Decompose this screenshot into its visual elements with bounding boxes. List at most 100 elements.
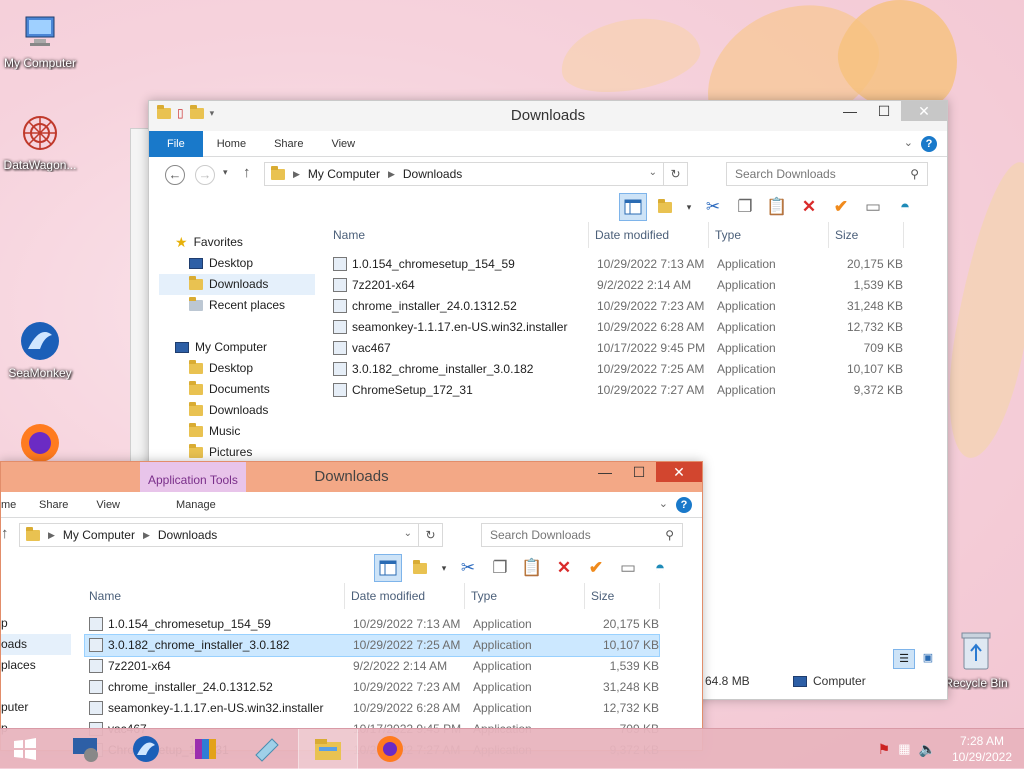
column-header-date[interactable]: Date modified [345, 583, 465, 609]
nav-favorites[interactable]: ★ Favorites [159, 232, 315, 253]
title-bar[interactable]: ▯ ▾ Downloads — ☐ ✕ [149, 101, 947, 131]
nav-computer-documents[interactable]: Documents [159, 379, 315, 400]
nav-item-partial[interactable]: places [1, 655, 71, 676]
column-header-date[interactable]: Date modified [589, 222, 709, 248]
desktop-icon-datawagon[interactable]: DataWagon... [0, 110, 82, 172]
nav-item-partial[interactable] [1, 676, 71, 697]
breadcrumb-downloads[interactable]: Downloads [158, 528, 217, 542]
clock[interactable]: 7:28 AM 10/29/2022 [940, 733, 1024, 765]
nav-favorites-recent[interactable]: Recent places [159, 295, 315, 316]
address-bar[interactable]: ▶ My Computer ▶ Downloads ⌄ ↻ [19, 523, 443, 547]
nav-favorites-desktop[interactable]: Desktop [159, 253, 315, 274]
taskbar-notepad[interactable] [236, 729, 296, 769]
paste-icon[interactable]: 📋 [763, 193, 791, 221]
delete-icon[interactable]: ✕ [795, 193, 823, 221]
network-icon[interactable]: ▦ [898, 741, 910, 757]
chevron-down-icon[interactable]: ▾ [683, 193, 695, 221]
file-row[interactable]: 7z2201-x64 9/2/2022 2:14 AM Application 1,5… [85, 656, 659, 677]
column-header-size[interactable]: Size [829, 222, 904, 248]
breadcrumb-downloads[interactable]: Downloads [403, 167, 462, 181]
tab-view[interactable]: View [317, 131, 369, 157]
desktop-icon-seamonkey[interactable]: SeaMonkey [0, 318, 82, 380]
preview-pane-button[interactable] [374, 554, 402, 582]
preview-pane-button[interactable] [619, 193, 647, 221]
file-row[interactable]: ChromeSetup_172_31 10/29/2022 7:27 AM Appl… [329, 380, 903, 401]
up-button[interactable]: ↑ [1, 525, 9, 542]
refresh-button[interactable]: ↻ [418, 524, 442, 546]
close-button[interactable]: ✕ [656, 462, 702, 482]
tab-home[interactable]: Home [203, 131, 260, 157]
rename-icon[interactable]: ▭ [859, 193, 887, 221]
file-row[interactable]: chrome_installer_24.0.1312.52 10/29/2022 … [85, 677, 659, 698]
refresh-button[interactable]: ↻ [663, 163, 687, 185]
chevron-down-icon[interactable]: ▾ [438, 554, 450, 582]
close-button[interactable]: ✕ [901, 101, 947, 121]
column-header-size[interactable]: Size [585, 583, 660, 609]
file-row[interactable]: vac467 10/17/2022 9:45 PM Application 709 K… [329, 338, 903, 359]
expand-ribbon-icon[interactable]: ⌄ [659, 497, 668, 510]
file-row[interactable]: chrome_installer_24.0.1312.52 10/29/2022 … [329, 296, 903, 317]
taskbar-firefox[interactable] [360, 729, 420, 769]
nav-item-partial[interactable]: oads [1, 634, 71, 655]
start-button[interactable] [0, 729, 50, 769]
details-view-button[interactable]: ☰ [893, 649, 915, 669]
minimize-button[interactable]: — [833, 101, 867, 121]
properties-button[interactable] [651, 193, 679, 221]
shell-icon[interactable]: ◓ [891, 193, 919, 221]
nav-item-partial[interactable]: puter [1, 697, 71, 718]
file-row[interactable]: 7z2201-x64 9/2/2022 2:14 AM Application 1,5… [329, 275, 903, 296]
file-row[interactable]: 1.0.154_chromesetup_154_59 10/29/2022 7:1… [85, 614, 659, 635]
cut-icon[interactable]: ✂ [454, 554, 482, 582]
nav-computer-downloads[interactable]: Downloads [159, 400, 315, 421]
volume-icon[interactable]: 🔈 [919, 741, 936, 758]
address-bar[interactable]: ▶ My Computer ▶ Downloads ⌄ ↻ [264, 162, 688, 186]
up-button[interactable]: ↑ [243, 164, 251, 181]
tab-share[interactable]: Share [29, 492, 82, 518]
tab-file[interactable]: File [149, 130, 203, 157]
column-header-name[interactable]: Name [327, 222, 589, 248]
nav-computer-desktop[interactable]: Desktop [159, 358, 315, 379]
search-input[interactable]: Search Downloads ⚲ [481, 523, 683, 547]
tab-share[interactable]: Share [260, 131, 317, 157]
delete-icon[interactable]: ✕ [550, 554, 578, 582]
taskbar-seamonkey[interactable] [116, 729, 176, 769]
nav-computer-music[interactable]: Music [159, 421, 315, 442]
maximize-button[interactable]: ☐ [622, 462, 656, 482]
explorer-window-front[interactable]: Application Tools Downloads — ☐ ✕ me Sha… [0, 461, 703, 757]
cut-icon[interactable]: ✂ [699, 193, 727, 221]
breadcrumb-my-computer[interactable]: My Computer [63, 528, 135, 542]
tab-manage[interactable]: Manage [162, 492, 230, 518]
checkmark-icon[interactable]: ✔ [827, 193, 855, 221]
tab-home[interactable]: me [1, 492, 29, 518]
breadcrumb-my-computer[interactable]: My Computer [308, 167, 380, 181]
taskbar-file-explorer[interactable] [298, 729, 358, 769]
taskbar-remote-desktop[interactable] [56, 729, 116, 769]
minimize-button[interactable]: — [588, 462, 622, 482]
column-header-type[interactable]: Type [709, 222, 829, 248]
address-dropdown-icon[interactable]: ⌄ [404, 528, 412, 539]
column-header-name[interactable]: Name [83, 583, 345, 609]
title-bar[interactable]: Application Tools Downloads — ☐ ✕ [1, 462, 702, 492]
back-button[interactable]: ← [165, 165, 185, 185]
file-row[interactable]: seamonkey-1.1.17.en-US.win32.installer 10… [85, 698, 659, 719]
file-row[interactable]: seamonkey-1.1.17.en-US.win32.installer 10… [329, 317, 903, 338]
properties-button[interactable] [406, 554, 434, 582]
action-center-flag-icon[interactable]: ⚑ [878, 741, 891, 758]
help-icon[interactable]: ? [921, 136, 937, 152]
recent-locations-icon[interactable]: ▾ [223, 167, 228, 178]
desktop-icon-my-computer[interactable]: My Computer [0, 8, 82, 70]
column-header-type[interactable]: Type [465, 583, 585, 609]
search-input[interactable]: Search Downloads ⚲ [726, 162, 928, 186]
taskbar-winrar[interactable] [176, 729, 236, 769]
nav-item-partial[interactable]: p [1, 613, 71, 634]
tab-view[interactable]: View [82, 492, 134, 518]
file-row[interactable]: 3.0.182_chrome_installer_3.0.182 10/29/20… [329, 359, 903, 380]
maximize-button[interactable]: ☐ [867, 101, 901, 121]
expand-ribbon-icon[interactable]: ⌄ [904, 136, 913, 149]
nav-favorites-downloads[interactable]: Downloads [159, 274, 315, 295]
rename-icon[interactable]: ▭ [614, 554, 642, 582]
paste-icon[interactable]: 📋 [518, 554, 546, 582]
copy-icon[interactable]: ❐ [731, 193, 759, 221]
nav-my-computer[interactable]: My Computer [159, 337, 315, 358]
large-icons-view-button[interactable]: ▣ [918, 649, 938, 669]
